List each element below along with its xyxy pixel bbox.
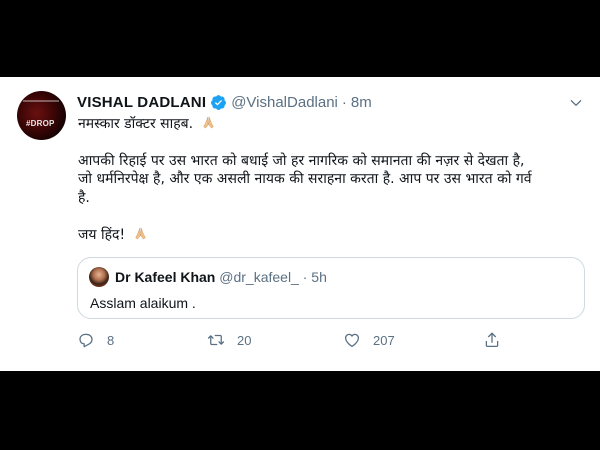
retweet-icon <box>207 334 225 346</box>
tweet-timestamp[interactable]: 8m <box>351 94 372 111</box>
reply-count: 8 <box>107 332 115 348</box>
quoted-header: Dr Kafeel Khan @dr_kafeel_ · 5h <box>115 269 327 285</box>
like-count: 207 <box>373 332 395 348</box>
tweet-text-line-3: जो धर्मनिरपेक्ष है, और एक असली नायक की स… <box>78 171 532 187</box>
share-icon <box>485 332 499 348</box>
quoted-author-avatar <box>89 267 109 287</box>
share-button[interactable] <box>483 331 513 349</box>
quoted-text: Asslam alaikum . <box>90 295 196 311</box>
retweet-count: 20 <box>237 332 252 348</box>
author-handle[interactable]: @VishalDadlani <box>231 94 338 111</box>
author-avatar[interactable]: #DROP <box>17 91 66 140</box>
like-icon <box>344 333 360 348</box>
reply-button[interactable]: 8 <box>77 331 114 349</box>
avatar-decoration <box>23 100 59 102</box>
tweet-text-line-2: आपकी रिहाई पर उस भारत को बधाई जो हर नागर… <box>78 153 525 169</box>
author-display-name[interactable]: VISHAL DADLANI <box>77 94 206 111</box>
tweet-greeting: नमस्कार डॉक्टर साहब. <box>78 116 194 132</box>
verified-badge-icon <box>211 95 227 110</box>
tweet-text-line-5: जय हिंद! <box>78 226 148 244</box>
folded-hands-emoji <box>134 227 146 240</box>
retweet-button[interactable]: 20 <box>207 331 251 349</box>
quoted-separator: · <box>302 269 308 285</box>
reply-icon <box>79 333 93 348</box>
avatar-badge-text: #DROP <box>26 119 55 128</box>
tweet-text-line-4: है. <box>78 190 90 206</box>
quoted-timestamp: 5h <box>311 269 327 285</box>
tweet-text-line-1: नमस्कार डॉक्टर साहब. <box>78 115 216 133</box>
tweet-closing: जय हिंद! <box>78 227 126 243</box>
tweet-header: VISHAL DADLANI @VishalDadlani · 8m <box>77 94 372 111</box>
quoted-tweet[interactable]: Dr Kafeel Khan @dr_kafeel_ · 5h Asslam a… <box>77 257 585 319</box>
chevron-down-icon[interactable] <box>568 95 584 111</box>
tweet-card: #DROP VISHAL DADLANI @VishalDadlani · 8m… <box>0 77 600 371</box>
header-separator: · <box>341 94 347 111</box>
folded-hands-emoji <box>202 116 214 129</box>
like-button[interactable]: 207 <box>343 331 395 349</box>
action-bar: 8 20 207 <box>77 331 517 353</box>
quoted-display-name: Dr Kafeel Khan <box>115 269 216 285</box>
quoted-handle: @dr_kafeel_ <box>219 269 299 285</box>
